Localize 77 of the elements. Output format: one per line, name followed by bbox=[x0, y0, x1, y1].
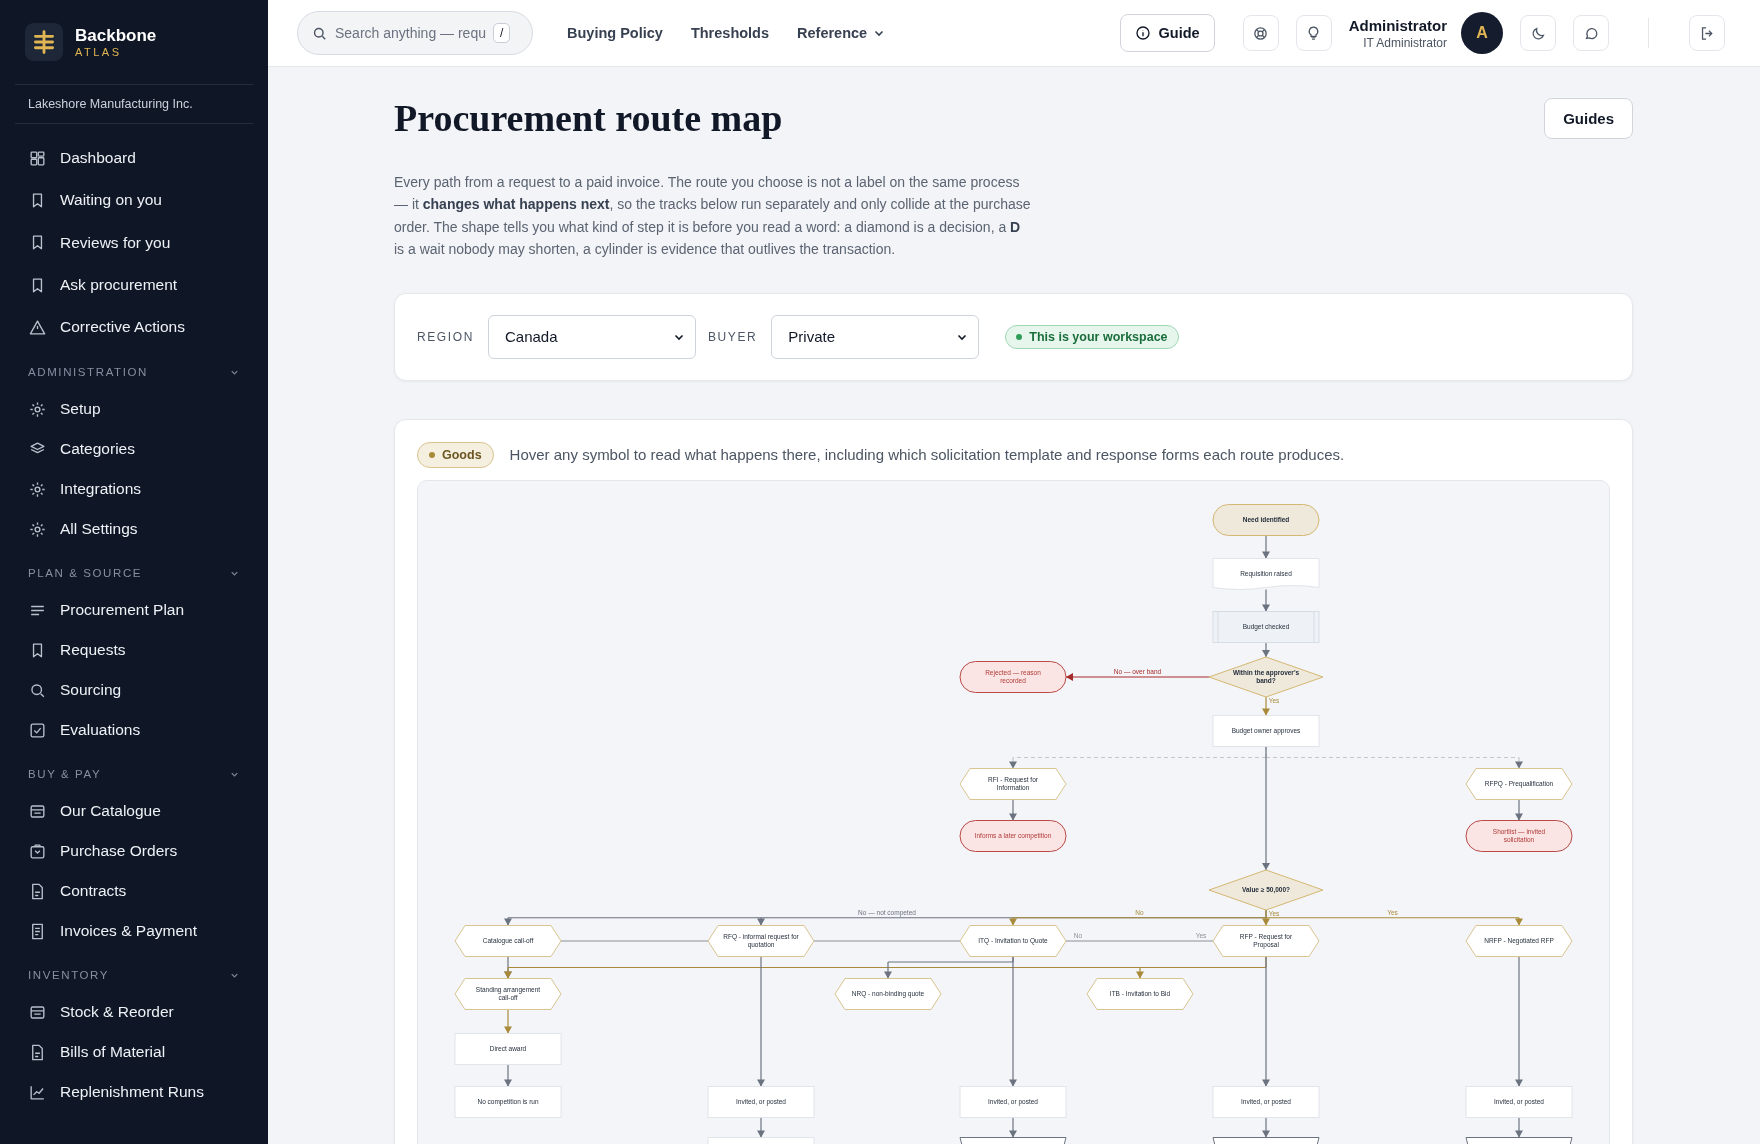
help-button[interactable] bbox=[1242, 15, 1279, 51]
sidebar-item[interactable]: Corrective Actions bbox=[15, 306, 253, 349]
brand-name: Backbone bbox=[75, 26, 157, 46]
sidebar-item[interactable]: Waiting on you bbox=[15, 179, 253, 222]
sidebar-item[interactable]: Bills of Material bbox=[15, 1032, 253, 1073]
sidebar-item[interactable]: Purchase Orders bbox=[15, 831, 253, 872]
warning-icon bbox=[28, 317, 47, 337]
sidebar-item[interactable]: Our Catalogue bbox=[15, 791, 253, 832]
manual-step-node[interactable] bbox=[1212, 1136, 1320, 1144]
connector-arrow bbox=[1262, 641, 1270, 658]
sidebar-item[interactable]: Categories bbox=[15, 429, 253, 470]
checkbox-icon bbox=[28, 721, 47, 740]
manual-step-node[interactable] bbox=[1465, 1136, 1573, 1144]
hint-text: Hover any symbol to read what happens there, including which solicitation template and response forms each route produces. bbox=[509, 446, 1345, 464]
sidebar-item[interactable]: Evaluations bbox=[15, 710, 253, 751]
dashed-arrow bbox=[1515, 756, 1523, 769]
chat-button[interactable] bbox=[1573, 15, 1609, 51]
category-badge: Goods bbox=[417, 441, 494, 468]
tray-icon bbox=[28, 1003, 47, 1022]
nav-link[interactable]: Thresholds bbox=[690, 25, 770, 41]
brand-subtitle: ATLAS bbox=[75, 46, 123, 58]
search-field[interactable]: Search anything — requ / bbox=[297, 11, 533, 55]
info-icon bbox=[1134, 25, 1151, 41]
sidebar-item[interactable]: Setup bbox=[15, 389, 253, 430]
sidebar-item[interactable]: Contracts bbox=[15, 871, 253, 912]
section-title: ADMINISTRATION bbox=[28, 366, 148, 379]
sidebar-item[interactable]: Procurement Plan bbox=[15, 590, 253, 631]
bag-icon bbox=[28, 842, 47, 861]
intro-paragraph: Every path from a request to a paid invoice. The route you choose is not a label on the same process — it changes what happens next, so the tracks below run separately and only collide at the purchase order. The shape tells you what kind of step it is before you read a word: a diamond is a decision, a D is a wait nobody may shorten, a cylinder is evidence that outlives the transaction. bbox=[394, 173, 1032, 260]
section-header[interactable]: BUY & PAY bbox=[28, 764, 240, 785]
select-value: Private bbox=[788, 328, 835, 346]
chart-icon bbox=[28, 1083, 47, 1102]
select-field[interactable]: Private bbox=[771, 314, 980, 359]
process-node[interactable] bbox=[707, 1136, 815, 1144]
user-name: Administrator bbox=[1348, 16, 1447, 34]
tips-button[interactable] bbox=[1295, 15, 1332, 51]
select-value: Canada bbox=[504, 328, 558, 346]
page-title: Procurement route map bbox=[394, 96, 783, 140]
dashed-arrow bbox=[1009, 756, 1017, 769]
logout-button[interactable] bbox=[1689, 15, 1725, 51]
section-header[interactable]: ADMINISTRATION bbox=[28, 362, 240, 383]
user-avatar[interactable]: A bbox=[1461, 12, 1503, 54]
user-role: IT Administrator bbox=[1363, 35, 1447, 50]
sidebar-item[interactable]: Integrations bbox=[15, 469, 253, 510]
nav-link[interactable]: Buying Policy bbox=[567, 25, 663, 41]
tray-icon bbox=[28, 802, 47, 821]
connector-arrow bbox=[884, 961, 892, 979]
lifebuoy-icon bbox=[1252, 24, 1270, 42]
filter-label: BUYER bbox=[707, 329, 758, 344]
organization-name: Lakeshore Manufacturing Inc. bbox=[28, 97, 193, 111]
sidebar-item[interactable]: Sourcing bbox=[15, 670, 253, 711]
manual-step-node[interactable] bbox=[959, 1136, 1067, 1144]
sidebar-item[interactable]: Dashboard bbox=[15, 137, 253, 180]
search-placeholder: Search anything — requ bbox=[335, 25, 486, 41]
search-icon bbox=[28, 681, 47, 700]
sidebar-item[interactable]: Stock & Reorder bbox=[15, 992, 253, 1033]
logo-icon bbox=[25, 23, 63, 61]
sidebar-item[interactable]: Ask procurement bbox=[15, 263, 253, 307]
sidebar-item[interactable]: Replenishment Runs bbox=[15, 1072, 253, 1113]
nav-link[interactable]: Reference bbox=[797, 25, 886, 41]
section-title: PLAN & SOURCE bbox=[28, 567, 143, 580]
section-header[interactable]: PLAN & SOURCE bbox=[28, 563, 240, 584]
sidebar-item[interactable]: Invoices & Payment bbox=[15, 911, 253, 952]
sidebar-item[interactable]: Reviews for you bbox=[15, 221, 253, 264]
guides-button[interactable]: Guides bbox=[1544, 97, 1633, 139]
workspace-badge: This is your workspace bbox=[1005, 324, 1179, 349]
section-title: BUY & PAY bbox=[28, 768, 102, 781]
shortcut-key: / bbox=[493, 23, 511, 43]
section-header[interactable]: INVENTORY bbox=[28, 965, 240, 986]
sidebar-item[interactable]: All Settings bbox=[15, 509, 253, 550]
theme-button[interactable] bbox=[1520, 15, 1556, 51]
guide-button[interactable]: Guide bbox=[1119, 14, 1215, 52]
sidebar-item[interactable]: Requests bbox=[15, 630, 253, 671]
select-field[interactable]: Canada bbox=[487, 314, 696, 359]
filter-label: REGION bbox=[417, 329, 474, 344]
grid-icon bbox=[28, 148, 47, 168]
section-title: INVENTORY bbox=[28, 969, 110, 982]
